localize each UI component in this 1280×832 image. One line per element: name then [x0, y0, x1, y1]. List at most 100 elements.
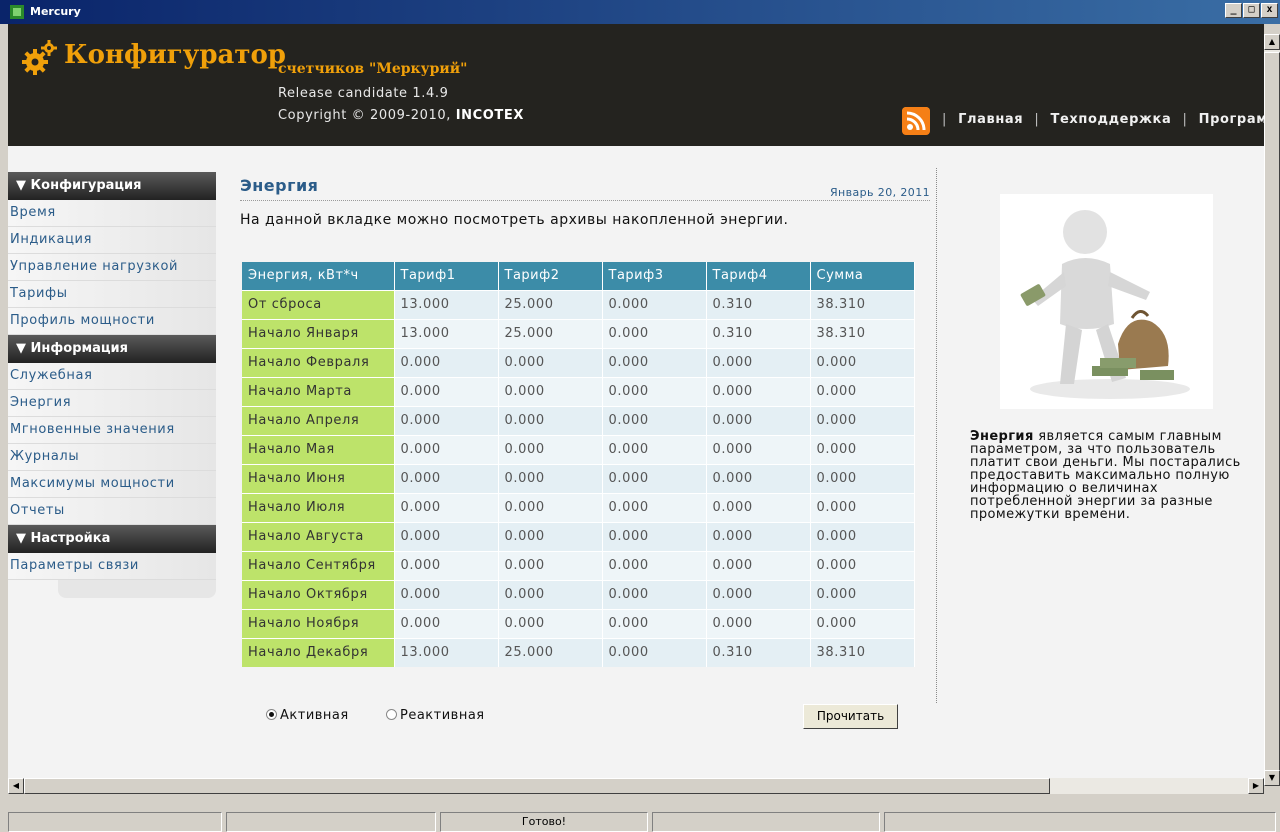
row-label: Начало Февраля — [242, 347, 395, 377]
radio-active-indicator[interactable] — [266, 709, 277, 720]
sidebar-section-settings[interactable]: ▼ Настройка — [8, 525, 216, 553]
sidebar-item-energy[interactable]: Энергия — [8, 390, 216, 417]
row-label: Начало Января — [242, 318, 395, 348]
table-cell: 25.000 — [498, 637, 603, 667]
row-label: Начало Августа — [242, 521, 395, 551]
sidebar-item-indication[interactable]: Индикация — [8, 227, 216, 254]
table-cell: 0.000 — [706, 492, 811, 522]
table-cell: 0.000 — [394, 463, 499, 493]
row-label: Начало Мая — [242, 434, 395, 464]
table-cell: 0.000 — [706, 608, 811, 638]
scroll-up-button[interactable]: ▲ — [1264, 34, 1280, 50]
table-cell: 0.000 — [810, 405, 915, 435]
radio-reactive[interactable]: Реактивная — [386, 708, 485, 723]
sidebar-item-connection-params[interactable]: Параметры связи — [8, 553, 216, 580]
window-controls: _ □ x — [1225, 3, 1278, 18]
rss-icon[interactable] — [902, 107, 930, 135]
sidebar-item-load-control[interactable]: Управление нагрузкой — [8, 254, 216, 281]
table-cell: 0.000 — [602, 463, 707, 493]
table-cell: 0.000 — [498, 608, 603, 638]
sidebar-item-journals[interactable]: Журналы — [8, 444, 216, 471]
brand-title: Конфигуратор — [64, 40, 286, 70]
table-cell: 0.000 — [810, 550, 915, 580]
row-label: Начало Сентября — [242, 550, 395, 580]
nav-separator: | — [1034, 112, 1040, 127]
sidebar-section-information[interactable]: ▼ Информация — [8, 335, 216, 363]
maximize-button[interactable]: □ — [1243, 3, 1260, 18]
table-cell: 0.000 — [394, 521, 499, 551]
app-icon — [10, 5, 24, 19]
radio-reactive-indicator[interactable] — [386, 709, 397, 720]
table-row: Начало Августа 0.000 0.000 0.000 0.000 0… — [242, 521, 915, 551]
table-cell: 0.000 — [498, 376, 603, 406]
scroll-left-button[interactable]: ◀ — [8, 778, 24, 794]
site-header: Конфигуратор счетчиков "Меркурий" Releas… — [8, 24, 1264, 146]
table-cell: 0.000 — [498, 492, 603, 522]
row-label: От сброса — [242, 289, 395, 319]
read-button[interactable]: Прочитать — [803, 704, 898, 729]
table-cell: 0.000 — [394, 347, 499, 377]
horizontal-scroll-thumb[interactable] — [24, 778, 1050, 794]
status-text: Готово! — [440, 812, 648, 832]
table-cell: 0.000 — [498, 434, 603, 464]
radio-active[interactable]: Активная — [266, 708, 349, 723]
sidebar-item-power-profile[interactable]: Профиль мощности — [8, 308, 216, 335]
copyright-company: INCOTEX — [455, 108, 524, 123]
scroll-down-button[interactable]: ▼ — [1264, 770, 1280, 786]
gear-icon — [22, 40, 57, 75]
table-cell: 0.000 — [498, 579, 603, 609]
column-header: Сумма — [810, 262, 915, 290]
nav-link-program[interactable]: Программа — [1199, 112, 1264, 127]
row-label: Начало Апреля — [242, 405, 395, 435]
table-cell: 0.000 — [810, 376, 915, 406]
status-bar: Готово! — [0, 810, 1280, 832]
table-cell: 0.000 — [602, 434, 707, 464]
description-text: является самым главным параметром, за чт… — [970, 429, 1241, 522]
table-cell: 0.000 — [602, 550, 707, 580]
sidebar-item-power-maximums[interactable]: Максимумы мощности — [8, 471, 216, 498]
sidebar-item-reports[interactable]: Отчеты — [8, 498, 216, 525]
table-cell: 0.000 — [810, 521, 915, 551]
scroll-right-button[interactable]: ▶ — [1248, 778, 1264, 794]
column-header: Тариф1 — [394, 262, 499, 290]
sidebar-item-time[interactable]: Время — [8, 200, 216, 227]
table-row: Начало Мая 0.000 0.000 0.000 0.000 0.000 — [242, 434, 915, 464]
column-divider — [936, 168, 937, 703]
table-cell: 0.000 — [394, 550, 499, 580]
close-button[interactable]: x — [1261, 3, 1278, 18]
sidebar-item-tariffs[interactable]: Тарифы — [8, 281, 216, 308]
table-row: Начало Ноября 0.000 0.000 0.000 0.000 0.… — [242, 608, 915, 638]
nav-link-home[interactable]: Главная — [958, 112, 1023, 127]
table-cell: 0.000 — [810, 579, 915, 609]
column-header: Тариф2 — [498, 262, 603, 290]
table-cell: 0.000 — [394, 608, 499, 638]
table-cell: 0.000 — [706, 434, 811, 464]
horizontal-scrollbar[interactable]: ◀ ▶ — [8, 778, 1264, 794]
energy-description: Энергия является самым главным параметро… — [970, 430, 1264, 521]
table-cell: 25.000 — [498, 318, 603, 348]
sidebar-item-instant-values[interactable]: Мгновенные значения — [8, 417, 216, 444]
title-bar[interactable]: Mercury _ □ x — [0, 0, 1280, 24]
table-cell: 0.000 — [706, 405, 811, 435]
money-man-illustration — [1000, 194, 1213, 409]
sidebar-item-service[interactable]: Служебная — [8, 363, 216, 390]
vertical-scrollbar[interactable]: ▲ ▼ — [1264, 34, 1280, 786]
vertical-scroll-thumb[interactable] — [1264, 52, 1280, 772]
table-row: Начало Декабря 13.000 25.000 0.000 0.310… — [242, 637, 915, 667]
page-intro: На данной вкладке можно посмотреть архив… — [240, 212, 789, 228]
status-cell — [8, 812, 222, 832]
status-cell — [884, 812, 1276, 832]
brand-subtitle: счетчиков "Меркурий" — [278, 61, 468, 77]
table-cell: 0.000 — [810, 463, 915, 493]
nav-link-support[interactable]: Техподдержка — [1051, 112, 1172, 127]
table-row: Начало Января 13.000 25.000 0.000 0.310 … — [242, 318, 915, 348]
table-cell: 0.000 — [602, 289, 707, 319]
table-cell: 13.000 — [394, 289, 499, 319]
table-row: Начало Апреля 0.000 0.000 0.000 0.000 0.… — [242, 405, 915, 435]
table-cell: 0.310 — [706, 637, 811, 667]
table-cell: 0.310 — [706, 289, 811, 319]
sidebar-section-configuration[interactable]: ▼ Конфигурация — [8, 172, 216, 200]
browser-view: Конфигуратор счетчиков "Меркурий" Releas… — [8, 24, 1264, 784]
minimize-button[interactable]: _ — [1225, 3, 1242, 18]
energy-table: Энергия, кВт*ч Тариф1 Тариф2 Тариф3 Тари… — [242, 262, 915, 667]
